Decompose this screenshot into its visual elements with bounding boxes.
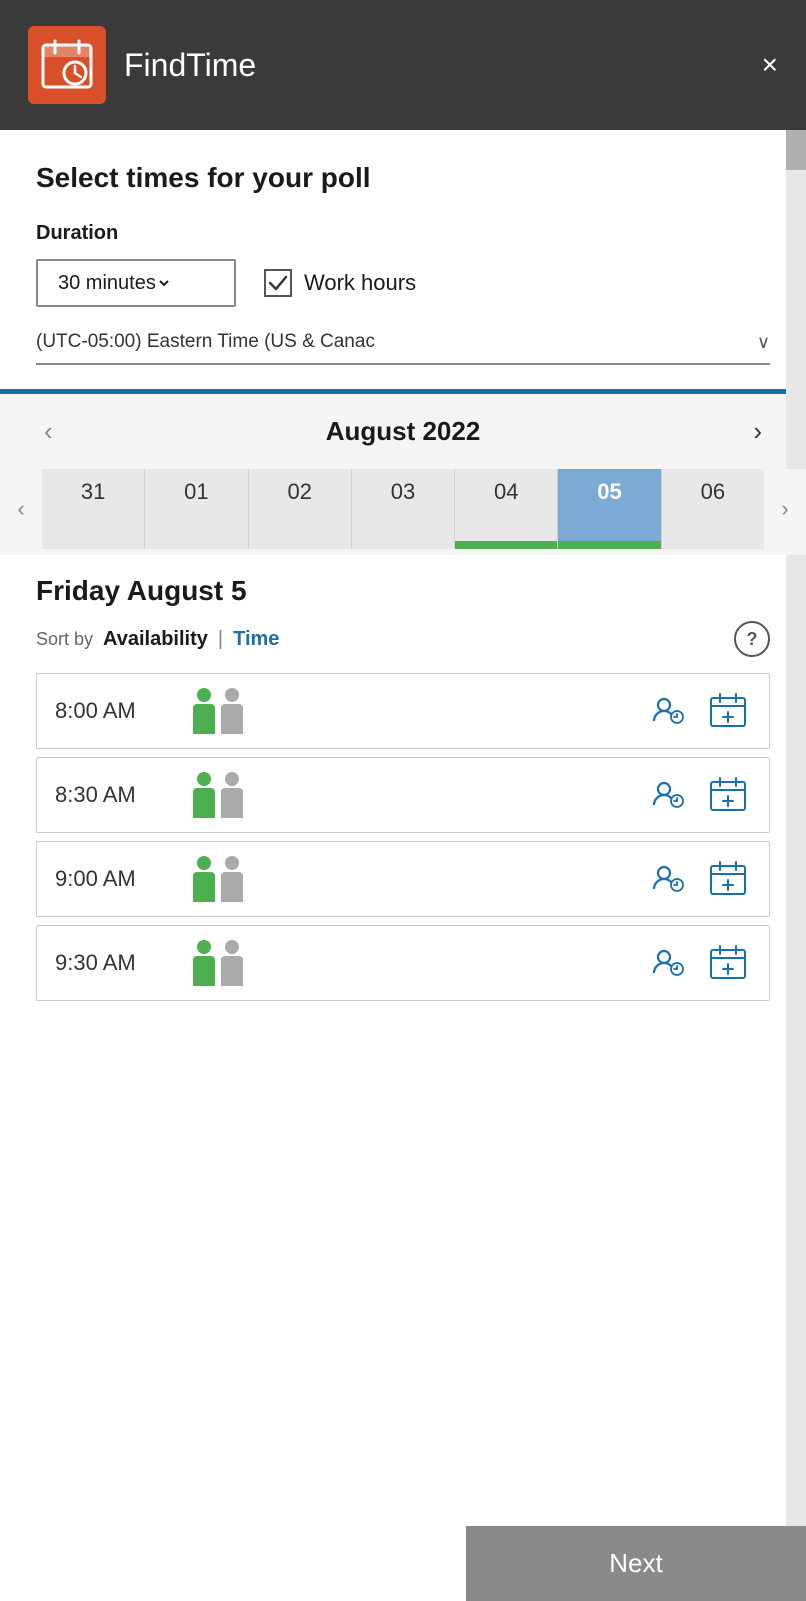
slot-actions	[645, 940, 751, 986]
bottom-bar: Next	[0, 1526, 806, 1601]
close-button[interactable]: ×	[762, 51, 778, 79]
day-number: 01	[184, 479, 208, 505]
duration-dropdown[interactable]: 30 minutes 15 minutes 45 minutes 1 hour …	[54, 271, 172, 295]
person-available-icon	[193, 772, 215, 818]
time-label: 9:00 AM	[55, 866, 175, 892]
scrollbar-thumb[interactable]	[786, 130, 806, 170]
selected-day-heading: Friday August 5	[36, 555, 770, 621]
people-icons	[193, 772, 627, 818]
scrollbar-track[interactable]	[786, 130, 806, 1601]
day-cell-05[interactable]: 05	[558, 469, 661, 549]
day-number: 31	[81, 479, 105, 505]
day-strip: 31 01 02 03 04 05 06	[42, 469, 764, 549]
duration-select[interactable]: 30 minutes 15 minutes 45 minutes 1 hour …	[36, 259, 236, 307]
day-strip-wrapper: ‹ 31 01 02 03 04 05 06 ›	[0, 469, 806, 555]
main-content: Select times for your poll Duration 30 m…	[0, 130, 806, 1109]
people-icons	[193, 688, 627, 734]
slot-actions	[645, 856, 751, 902]
duration-row: 30 minutes 15 minutes 45 minutes 1 hour …	[36, 259, 770, 307]
workhours-checkbox[interactable]	[264, 269, 292, 297]
workhours-row: Work hours	[264, 269, 416, 297]
month-year: August 2022	[326, 416, 481, 447]
next-day-button[interactable]: ›	[764, 469, 806, 549]
calendar-add-icon[interactable]	[705, 856, 751, 902]
attendee-status-icon[interactable]	[645, 940, 691, 986]
day-cell-02[interactable]: 02	[249, 469, 352, 549]
timezone-row[interactable]: (UTC-05:00) Eastern Time (US & Canac ∨	[36, 331, 770, 365]
day-number: 03	[391, 479, 415, 505]
next-button[interactable]: Next	[466, 1526, 806, 1601]
app-logo: FindTime	[28, 26, 256, 104]
time-slot-800am: 8:00 AM	[36, 673, 770, 749]
time-slot-900am: 9:00 AM	[36, 841, 770, 917]
people-icons	[193, 856, 627, 902]
time-slot-930am: 9:30 AM	[36, 925, 770, 1001]
people-icons	[193, 940, 627, 986]
day-number: 05	[597, 479, 621, 505]
sort-divider: |	[218, 628, 223, 651]
sort-availability[interactable]: Availability	[103, 628, 208, 651]
day-cell-04[interactable]: 04	[455, 469, 558, 549]
sort-row: Sort by Availability | Time ?	[36, 621, 770, 657]
sort-label: Sort by	[36, 629, 93, 650]
attendee-status-icon[interactable]	[645, 856, 691, 902]
day-number: 04	[494, 479, 518, 505]
person-unavailable-icon	[221, 772, 243, 818]
slot-actions	[645, 688, 751, 734]
attendee-status-icon[interactable]	[645, 772, 691, 818]
time-slot-830am: 8:30 AM	[36, 757, 770, 833]
time-label: 8:30 AM	[55, 782, 175, 808]
next-month-button[interactable]: ›	[745, 412, 770, 451]
person-unavailable-icon	[221, 940, 243, 986]
person-available-icon	[193, 688, 215, 734]
slot-actions	[645, 772, 751, 818]
person-available-icon	[193, 940, 215, 986]
person-available-icon	[193, 856, 215, 902]
person-unavailable-icon	[221, 688, 243, 734]
app-header: FindTime ×	[0, 0, 806, 130]
time-label: 9:30 AM	[55, 950, 175, 976]
prev-month-button[interactable]: ‹	[36, 412, 61, 451]
day-number: 02	[287, 479, 311, 505]
time-slots-list: 8:00 AM	[36, 673, 770, 1001]
prev-day-button[interactable]: ‹	[0, 469, 42, 549]
timezone-chevron-icon: ∨	[757, 332, 770, 353]
timezone-text: (UTC-05:00) Eastern Time (US & Canac	[36, 331, 375, 353]
app-title: FindTime	[124, 47, 256, 84]
page-title: Select times for your poll	[36, 162, 770, 194]
calendar-add-icon[interactable]	[705, 688, 751, 734]
attendee-status-icon[interactable]	[645, 688, 691, 734]
calendar-nav: ‹ August 2022 ›	[0, 394, 806, 469]
duration-label: Duration	[36, 222, 770, 245]
person-unavailable-icon	[221, 856, 243, 902]
day-cell-01[interactable]: 01	[145, 469, 248, 549]
calendar-add-icon[interactable]	[705, 772, 751, 818]
day-number: 06	[701, 479, 725, 505]
calendar-add-icon[interactable]	[705, 940, 751, 986]
help-button[interactable]: ?	[734, 621, 770, 657]
sort-time[interactable]: Time	[233, 628, 279, 651]
day-cell-06[interactable]: 06	[662, 469, 764, 549]
logo-icon	[28, 26, 106, 104]
day-cell-31[interactable]: 31	[42, 469, 145, 549]
day-cell-03[interactable]: 03	[352, 469, 455, 549]
workhours-label: Work hours	[304, 270, 416, 296]
time-label: 8:00 AM	[55, 698, 175, 724]
